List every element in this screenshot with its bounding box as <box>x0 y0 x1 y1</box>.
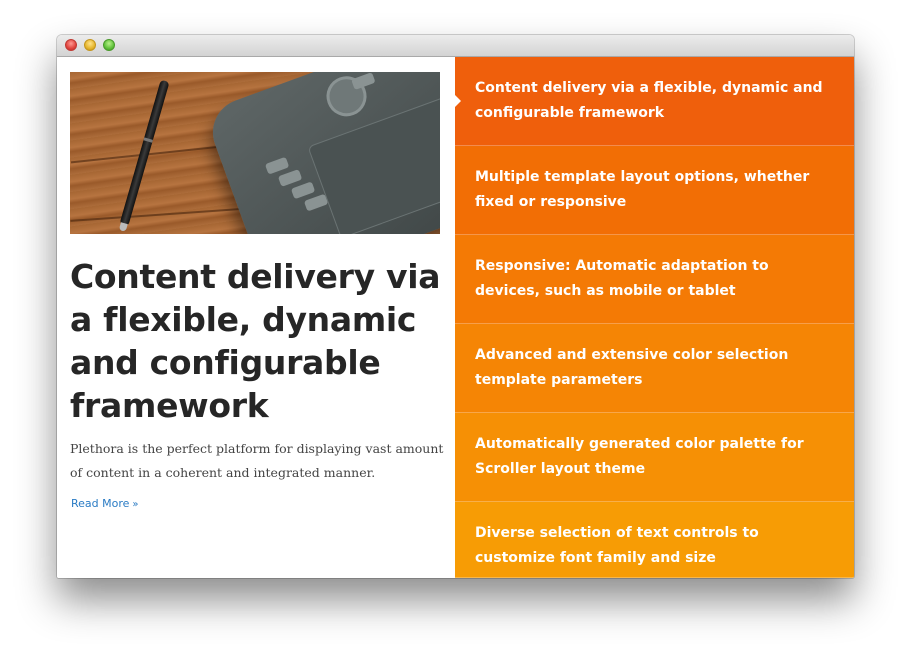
zoom-window-button[interactable] <box>103 39 115 51</box>
browser-window: Content delivery via a flexible, dynamic… <box>57 35 854 578</box>
feature-item[interactable]: Content delivery via a flexible, dynamic… <box>454 57 854 146</box>
feature-item-label: Responsive: Automatic adaptation to devi… <box>475 258 769 299</box>
article-description: Plethora is the perfect platform for dis… <box>70 441 444 480</box>
feature-item-label: Automatically generated color palette fo… <box>475 436 804 477</box>
minimize-window-button[interactable] <box>84 39 96 51</box>
window-titlebar <box>57 35 854 57</box>
feature-item-label: Diverse selection of text controls to cu… <box>475 525 759 566</box>
feature-item[interactable]: Multiple template layout options, whethe… <box>455 146 854 235</box>
feature-item[interactable]: Automatically generated color palette fo… <box>455 413 854 502</box>
read-more-link[interactable]: Read More» <box>71 497 139 510</box>
article-title: Content delivery via a flexible, dynamic… <box>70 257 441 425</box>
read-more-label: Read More <box>71 497 130 510</box>
article-image <box>70 72 440 234</box>
close-window-button[interactable] <box>65 39 77 51</box>
drawing-tablet-icon <box>203 72 440 234</box>
article-panel: Content delivery via a flexible, dynamic… <box>57 57 455 578</box>
slider-module: Content delivery via a flexible, dynamic… <box>57 57 854 578</box>
active-indicator-icon <box>454 94 461 108</box>
feature-item[interactable]: Diverse selection of text controls to cu… <box>455 502 854 578</box>
feature-item-label: Multiple template layout options, whethe… <box>475 169 810 210</box>
feature-item-label: Advanced and extensive color selection t… <box>475 347 789 388</box>
feature-item-label: Content delivery via a flexible, dynamic… <box>475 80 823 121</box>
feature-item[interactable]: Responsive: Automatic adaptation to devi… <box>455 235 854 324</box>
double-chevron-right-icon: » <box>132 499 139 510</box>
feature-item[interactable]: Advanced and extensive color selection t… <box>455 324 854 413</box>
feature-list: Content delivery via a flexible, dynamic… <box>454 57 854 578</box>
